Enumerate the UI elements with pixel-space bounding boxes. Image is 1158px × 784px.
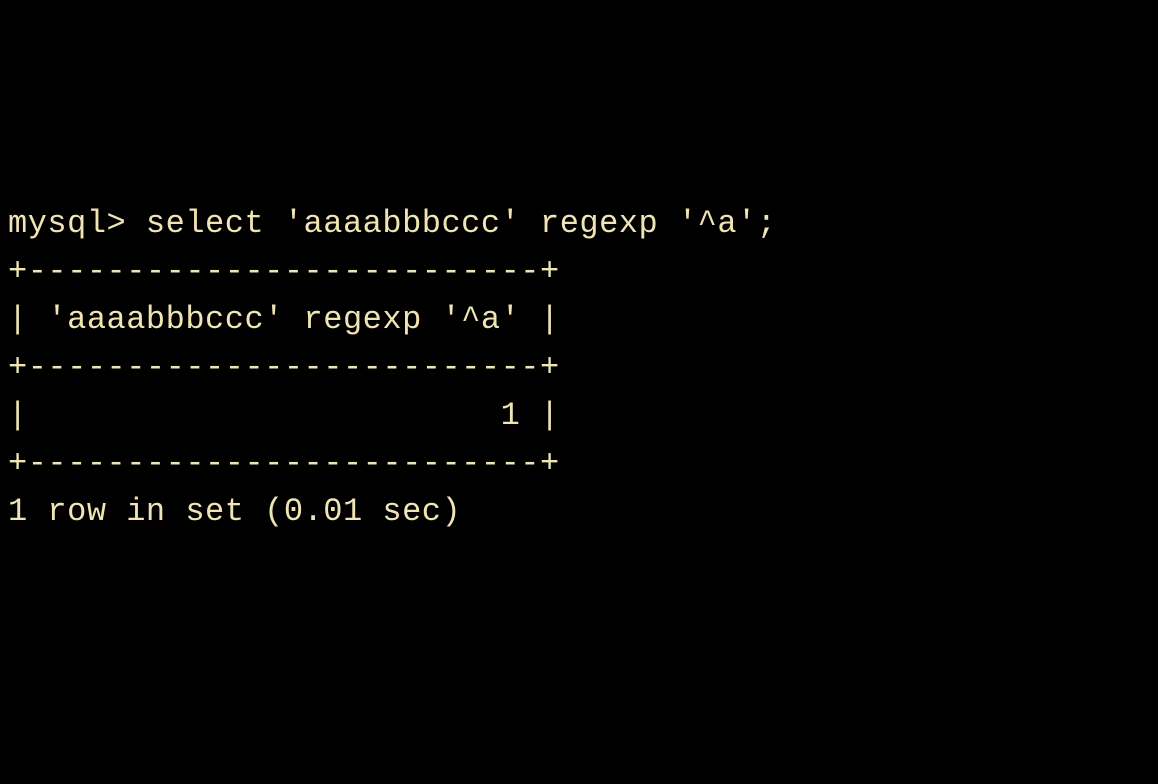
table-header-row: | 'aaaabbbccc' regexp '^a' | (8, 301, 560, 338)
table-border-bottom: +--------------------------+ (8, 445, 560, 482)
table-data-row: | 1 | (8, 397, 560, 434)
table-border-top: +--------------------------+ (8, 253, 560, 290)
terminal-output: mysql> select 'aaaabbbccc' regexp '^a'; … (8, 200, 1150, 536)
sql-command: select 'aaaabbbccc' regexp '^a'; (146, 205, 777, 242)
table-border-mid: +--------------------------+ (8, 349, 560, 386)
mysql-prompt: mysql> (8, 205, 126, 242)
query-status: 1 row in set (0.01 sec) (8, 493, 461, 530)
